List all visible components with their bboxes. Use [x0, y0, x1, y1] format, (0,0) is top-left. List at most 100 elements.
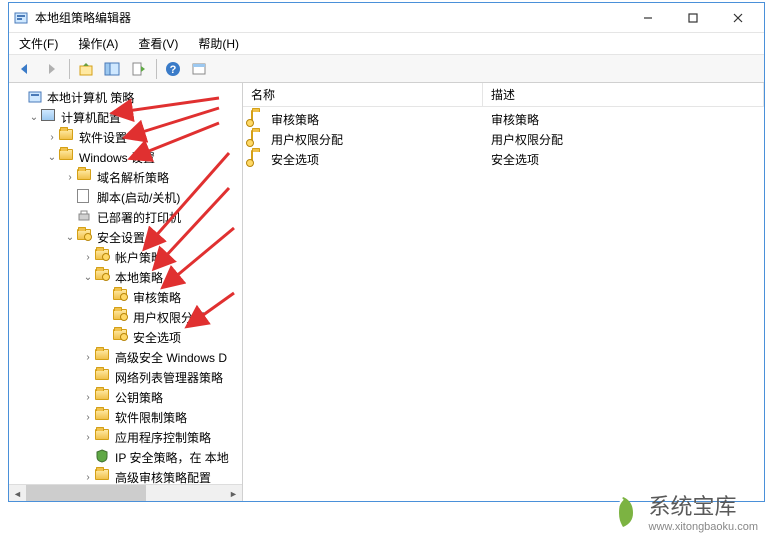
chevron-down-icon[interactable]: ⌄	[45, 150, 59, 164]
cell-desc: 安全选项	[491, 151, 539, 168]
menu-help[interactable]: 帮助(H)	[194, 33, 243, 54]
list-header: 名称 描述	[243, 83, 764, 107]
chevron-right-icon[interactable]: ›	[45, 130, 59, 144]
script-icon	[77, 189, 93, 205]
computer-icon	[41, 109, 57, 125]
tree-label: 软件设置	[79, 129, 127, 146]
chevron-right-icon[interactable]: ›	[81, 470, 95, 484]
cell-name: 用户权限分配	[271, 131, 343, 148]
tree-label: 应用程序控制策略	[115, 429, 211, 446]
toolbar: ?	[9, 55, 764, 83]
shield-icon	[95, 449, 111, 465]
tree-app-control[interactable]: › 应用程序控制策略	[9, 427, 242, 447]
folder-icon	[77, 169, 93, 185]
chevron-down-icon[interactable]: ⌄	[81, 270, 95, 284]
menu-view[interactable]: 查看(V)	[134, 33, 182, 54]
scroll-thumb[interactable]	[26, 485, 146, 501]
tree-label: 已部署的打印机	[97, 209, 181, 226]
watermark-name: 系统宝库	[649, 489, 758, 521]
chevron-right-icon[interactable]: ›	[81, 430, 95, 444]
back-button[interactable]	[13, 57, 37, 81]
menu-action[interactable]: 操作(A)	[74, 33, 122, 54]
cell-name: 审核策略	[271, 111, 319, 128]
folder-icon	[95, 389, 111, 405]
toolbar-separator	[69, 59, 70, 79]
folder-icon	[59, 149, 75, 165]
tree-label: Windows 设置	[79, 149, 155, 166]
tree-deployed-printers[interactable]: 已部署的打印机	[9, 207, 242, 227]
tree-audit-policy[interactable]: 审核策略	[9, 287, 242, 307]
cell-name: 安全选项	[271, 151, 319, 168]
watermark-url: www.xitongbaoku.com	[649, 521, 758, 533]
tree-label: 本地策略	[115, 269, 163, 286]
titlebar: 本地组策略编辑器	[9, 3, 764, 33]
folder-icon	[251, 111, 267, 127]
list-panel[interactable]: 名称 描述 审核策略审核策略用户权限分配用户权限分配安全选项安全选项	[243, 83, 764, 501]
tree-label: 域名解析策略	[97, 169, 169, 186]
chevron-down-icon[interactable]: ⌄	[63, 230, 77, 244]
horizontal-scrollbar[interactable]: ◄ ►	[9, 484, 242, 501]
folder-icon	[59, 129, 75, 145]
help-button[interactable]: ?	[161, 57, 185, 81]
tree-label: 本地计算机 策略	[47, 89, 134, 106]
tree-dns-policy[interactable]: › 域名解析策略	[9, 167, 242, 187]
export-button[interactable]	[126, 57, 150, 81]
scroll-right-icon[interactable]: ►	[225, 485, 242, 501]
maximize-button[interactable]	[670, 4, 715, 32]
column-desc[interactable]: 描述	[483, 83, 764, 106]
minimize-button[interactable]	[625, 4, 670, 32]
chevron-right-icon[interactable]: ›	[81, 410, 95, 424]
window-title: 本地组策略编辑器	[35, 9, 625, 26]
show-hide-tree-button[interactable]	[100, 57, 124, 81]
tree-user-rights[interactable]: 用户权限分配	[9, 307, 242, 327]
folder-icon	[251, 131, 267, 147]
tree-windows-settings[interactable]: ⌄ Windows 设置	[9, 147, 242, 167]
expander-icon[interactable]	[13, 90, 27, 104]
list-row[interactable]: 安全选项 安全选项	[243, 149, 764, 169]
tree-computer-config[interactable]: ⌄ 计算机配置	[9, 107, 242, 127]
tree-label: IP 安全策略，在 本地	[115, 449, 229, 466]
tree-label: 帐户策略	[115, 249, 163, 266]
folder-icon	[95, 269, 111, 285]
chevron-down-icon[interactable]: ⌄	[27, 110, 41, 124]
tree-security-options[interactable]: 安全选项	[9, 327, 242, 347]
tree-ip-security[interactable]: IP 安全策略，在 本地	[9, 447, 242, 467]
menubar: 文件(F) 操作(A) 查看(V) 帮助(H)	[9, 33, 764, 55]
properties-button[interactable]	[187, 57, 211, 81]
up-button[interactable]	[74, 57, 98, 81]
tree-label: 软件限制策略	[115, 409, 187, 426]
chevron-right-icon[interactable]: ›	[63, 170, 77, 184]
cell-desc: 用户权限分配	[491, 131, 563, 148]
scroll-left-icon[interactable]: ◄	[9, 485, 26, 501]
tree-local-policies[interactable]: ⌄ 本地策略	[9, 267, 242, 287]
chevron-right-icon[interactable]: ›	[81, 250, 95, 264]
column-name[interactable]: 名称	[243, 83, 483, 106]
tree-panel[interactable]: 本地计算机 策略 ⌄ 计算机配置 › 软件设置 ⌄ Windows 设置 › 域…	[9, 83, 243, 501]
chevron-right-icon[interactable]: ›	[81, 390, 95, 404]
tree-label: 审核策略	[133, 289, 181, 306]
policy-icon	[27, 89, 43, 105]
chevron-right-icon[interactable]: ›	[81, 350, 95, 364]
folder-icon	[251, 151, 267, 167]
tree-scripts[interactable]: 脚本(启动/关机)	[9, 187, 242, 207]
tree-label: 安全选项	[133, 329, 181, 346]
tree-security-settings[interactable]: ⌄ 安全设置	[9, 227, 242, 247]
tree-root[interactable]: 本地计算机 策略	[9, 87, 242, 107]
list-row[interactable]: 用户权限分配 用户权限分配	[243, 129, 764, 149]
folder-icon	[113, 289, 129, 305]
tree-account-policies[interactable]: › 帐户策略	[9, 247, 242, 267]
forward-button[interactable]	[39, 57, 63, 81]
app-icon	[13, 10, 29, 26]
close-button[interactable]	[715, 4, 760, 32]
tree-advanced-windows[interactable]: › 高级安全 Windows D	[9, 347, 242, 367]
tree-software-settings[interactable]: › 软件设置	[9, 127, 242, 147]
folder-icon	[95, 349, 111, 365]
tree-software-restrict[interactable]: › 软件限制策略	[9, 407, 242, 427]
tree-label: 公钥策略	[115, 389, 163, 406]
tree-network-list[interactable]: 网络列表管理器策略	[9, 367, 242, 387]
tree-public-key[interactable]: › 公钥策略	[9, 387, 242, 407]
list-row[interactable]: 审核策略审核策略	[243, 109, 764, 129]
menu-file[interactable]: 文件(F)	[15, 33, 62, 54]
tree-label: 网络列表管理器策略	[115, 369, 223, 386]
toolbar-separator	[156, 59, 157, 79]
